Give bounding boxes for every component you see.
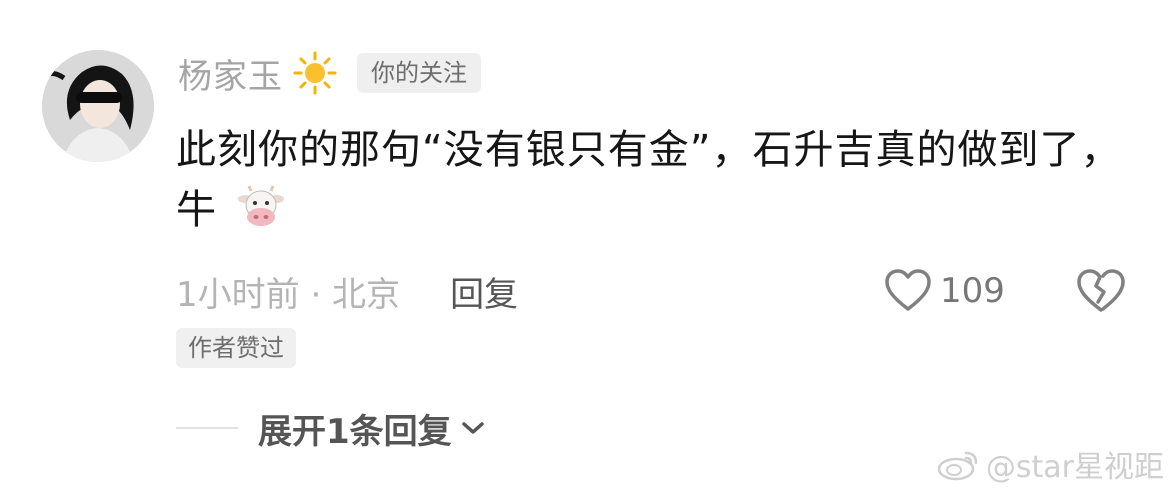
weibo-icon (937, 451, 978, 481)
expand-replies-button[interactable]: 展开1条回复 (176, 403, 486, 453)
comment-meta: 1小时前 · 北京 回复 (176, 266, 518, 316)
expand-replies-label: 展开1条回复 (258, 411, 452, 452)
watermark-text: @star星视距 (985, 450, 1164, 485)
comment-text: 此刻你的那句“没有银只有金”，石升吉真的做到了，牛 (176, 120, 1136, 240)
broken-heart-icon[interactable] (1075, 268, 1127, 314)
comment-body: 此刻你的那句“没有银只有金”，石升吉真的做到了，牛 (176, 127, 1122, 233)
username[interactable]: 杨家玉 (178, 49, 283, 98)
chevron-down-icon (461, 422, 484, 434)
follow-badge: 你的关注 (357, 53, 481, 93)
sun-icon (293, 51, 337, 95)
divider (176, 427, 238, 429)
watermark: @star星视距 (936, 446, 1164, 485)
heart-icon (885, 269, 931, 311)
timestamp-location: 1小时前 · 北京 (176, 274, 401, 315)
cow-face-icon (237, 185, 284, 226)
like-count: 109 (940, 271, 1005, 311)
reply-button[interactable]: 回复 (450, 267, 518, 316)
like-button[interactable]: 109 (884, 266, 1005, 316)
comment-header: 杨家玉 你的关注 (178, 49, 481, 98)
author-liked-badge: 作者赞过 (176, 328, 296, 368)
avatar[interactable] (42, 50, 154, 162)
